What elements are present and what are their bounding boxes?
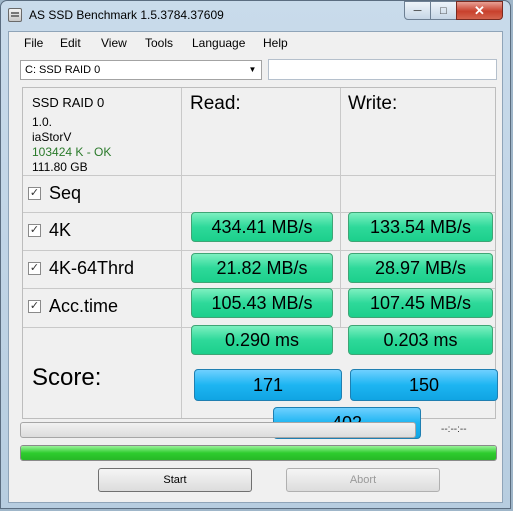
drive-driver: iaStorV (32, 130, 72, 144)
maximize-button[interactable]: □ (430, 1, 457, 20)
write-column-header: Write: (348, 93, 398, 114)
drive-name: SSD RAID 0 (32, 95, 105, 110)
acc-time-checkbox[interactable]: ✓ (28, 299, 41, 313)
drive-alignment: 103424 K - OK (32, 145, 112, 159)
results-panel: SSD RAID 0 1.0. iaStorV 103424 K - OK 11… (22, 87, 498, 439)
start-button[interactable]: Start (98, 468, 252, 492)
app-drive-icon (8, 8, 22, 22)
drive-firmware: 1.0. (32, 115, 53, 129)
seq-read-result: 434.41 MB/s (191, 212, 333, 242)
4k-checkbox[interactable]: ✓ (28, 223, 41, 237)
score-label: Score: (32, 364, 102, 391)
title-bar[interactable]: AS SSD Benchmark 1.5.3784.37609 ─ □ ✕ (1, 1, 510, 31)
read-column-header: Read: (190, 93, 241, 114)
drive-size: 111.80 GB (32, 160, 88, 174)
test-label: 4K-64Thrd (49, 257, 135, 278)
menu-language[interactable]: Language (192, 36, 245, 50)
overall-progress-fill (21, 446, 496, 460)
app-window: AS SSD Benchmark 1.5.3784.37609 ─ □ ✕ Fi… (0, 0, 511, 509)
test-progress-bar (20, 422, 416, 438)
score-read: 171 (194, 369, 342, 401)
test-row-4k-64thrd: ✓ 4K-64Thrd (28, 257, 134, 279)
client-area: File Edit View Tools Language Help C: SS… (8, 31, 503, 503)
menu-bar: File Edit View Tools Language Help (9, 32, 502, 54)
close-icon: ✕ (474, 2, 485, 18)
status-text-field[interactable] (268, 59, 497, 80)
test-row-acc-time: ✓ Acc.time (28, 295, 118, 317)
drive-select-value: C: SSD RAID 0 (25, 64, 101, 76)
divider (181, 88, 182, 418)
4k-read-result: 21.82 MB/s (191, 253, 333, 283)
elapsed-time: --:--:-- (441, 424, 467, 435)
chevron-down-icon[interactable]: ▼ (246, 63, 259, 77)
menu-view[interactable]: View (101, 36, 127, 50)
divider (23, 175, 495, 176)
4k-64thrd-write-result: 107.45 MB/s (348, 288, 493, 318)
divider (340, 88, 341, 328)
divider (23, 250, 495, 251)
acc-time-read-result: 0.290 ms (191, 325, 333, 355)
menu-file[interactable]: File (24, 36, 43, 50)
seq-checkbox[interactable]: ✓ (28, 186, 41, 200)
window-title: AS SSD Benchmark 1.5.3784.37609 (29, 8, 224, 22)
menu-tools[interactable]: Tools (145, 36, 173, 50)
drive-info: SSD RAID 0 1.0. iaStorV 103424 K - OK 11… (32, 95, 111, 175)
test-row-4k: ✓ 4K (28, 219, 71, 241)
maximize-icon: □ (440, 4, 447, 17)
close-button[interactable]: ✕ (456, 1, 503, 20)
overall-progress-bar (20, 445, 497, 461)
acc-time-write-result: 0.203 ms (348, 325, 493, 355)
test-row-seq: ✓ Seq (28, 182, 81, 204)
abort-button[interactable]: Abort (286, 468, 440, 492)
menu-help[interactable]: Help (263, 36, 288, 50)
menu-edit[interactable]: Edit (60, 36, 81, 50)
drive-select[interactable]: C: SSD RAID 0 ▼ (20, 60, 262, 80)
minimize-button[interactable]: ─ (404, 1, 431, 20)
4k-write-result: 28.97 MB/s (348, 253, 493, 283)
test-label: Acc.time (49, 295, 119, 316)
score-write: 150 (350, 369, 498, 401)
test-label: Seq (49, 182, 82, 203)
test-label: 4K (49, 219, 72, 240)
4k-64thrd-read-result: 105.43 MB/s (191, 288, 333, 318)
minimize-icon: ─ (413, 4, 422, 17)
seq-write-result: 133.54 MB/s (348, 212, 493, 242)
4k-64thrd-checkbox[interactable]: ✓ (28, 261, 41, 275)
